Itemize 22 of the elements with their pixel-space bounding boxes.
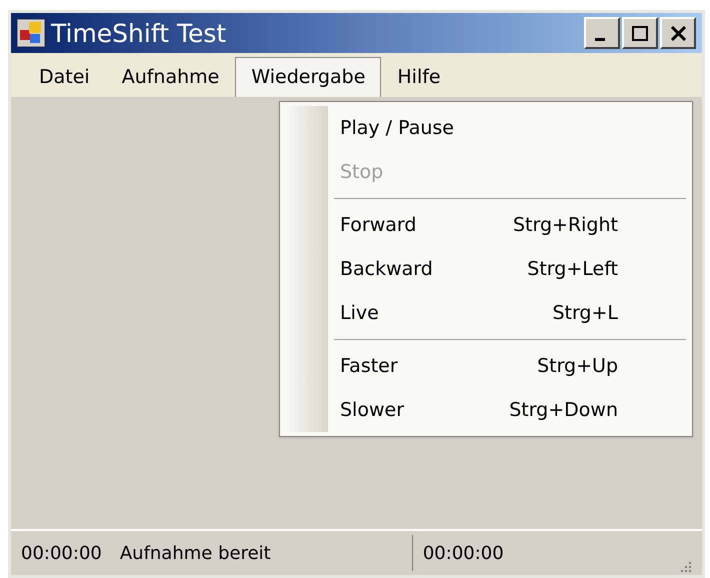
minimize-button[interactable] (584, 17, 620, 49)
status-message: Aufnahme bereit (120, 542, 272, 566)
minimize-icon (595, 38, 605, 40)
dropdown-item[interactable]: Backward Strg+Left (340, 247, 686, 291)
close-icon (670, 26, 686, 40)
dropdown-item[interactable]: Faster Strg+Up (340, 344, 686, 388)
resize-grip-icon (678, 559, 692, 573)
dropdown-item[interactable]: Live Strg+L (340, 291, 686, 335)
menu-item[interactable]: Datei (23, 57, 106, 97)
menu-item[interactable]: Aufnahme (106, 57, 236, 97)
status-position: 00:00:00 (422, 542, 504, 566)
menu-item[interactable]: Wiedergabe (235, 57, 382, 97)
app-icon (17, 19, 45, 47)
menu-item[interactable]: Hilfe (381, 57, 457, 97)
dropdown-item[interactable]: Slower Strg+Down (340, 388, 686, 432)
dropdown-item[interactable]: Play / Pause (340, 106, 686, 150)
status-time: 00:00:00 (21, 542, 102, 566)
maximize-icon (632, 26, 648, 40)
window-title: TimeShift Test (51, 20, 226, 46)
dropdown-item[interactable]: Forward Strg+Right (340, 203, 686, 247)
close-button[interactable] (660, 17, 696, 49)
maximize-button[interactable] (622, 17, 658, 49)
